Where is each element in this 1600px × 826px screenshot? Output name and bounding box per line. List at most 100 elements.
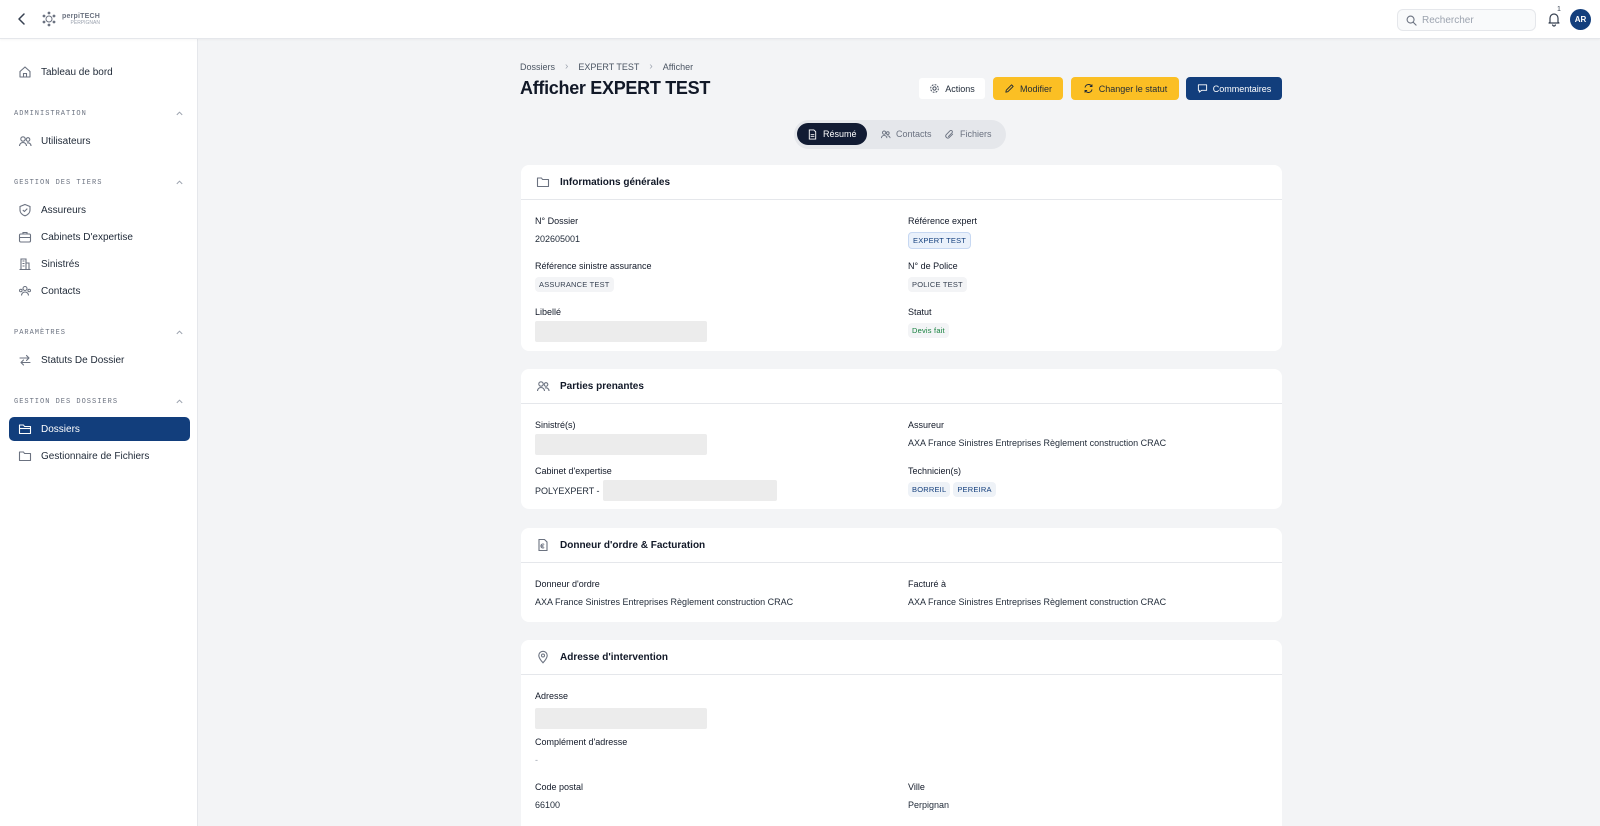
field-facture: Facturé à AXA France Sinistres Entrepris… (908, 579, 1166, 607)
redacted-value (535, 321, 707, 342)
field-label: Ville (908, 782, 925, 792)
tab-label: Fichiers (960, 129, 992, 139)
sidebar-item-statuts[interactable]: Statuts De Dossier (9, 348, 190, 372)
card-header: Adresse d'intervention (521, 640, 1282, 675)
logo-subtext: PERPIGNAN (70, 19, 100, 26)
sidebar-item-assureurs[interactable]: Assureurs (9, 198, 190, 222)
sidebar: Tableau de bord ADMINISTRATION Utilisate… (0, 39, 198, 826)
field-dossier: N° Dossier 202605001 (535, 216, 580, 244)
users-icon (880, 130, 891, 138)
changer-statut-button[interactable]: Changer le statut (1071, 77, 1179, 100)
facture-value: AXA France Sinistres Entreprises Règleme… (908, 597, 1167, 607)
field-label: Sinistré(s) (535, 420, 576, 430)
user-avatar[interactable]: AR (1570, 9, 1591, 30)
app-logo[interactable]: perpiTECH PERPIGNAN (40, 10, 100, 28)
card-header: Donneur d'ordre & Facturation (521, 528, 1282, 563)
chevron-up-icon (176, 330, 183, 335)
folder-icon (536, 177, 550, 188)
card-parties-prenantes: Parties prenantes Sinistré(s) Assureur A… (521, 369, 1282, 509)
field-ref-sinistre: Référence sinistre assurance ASSURANCE T… (535, 261, 652, 292)
field-police: N° de Police POLICE TEST (908, 261, 967, 292)
search-icon (1406, 15, 1417, 26)
sidebar-item-dossiers[interactable]: Dossiers (9, 417, 190, 441)
actions-button[interactable]: Actions (918, 77, 986, 100)
donneur-value: AXA France Sinistres Entreprises Règleme… (535, 597, 794, 607)
card-title: Informations générales (560, 176, 671, 188)
field-label: Technicien(s) (908, 466, 962, 476)
map-pin-icon (538, 650, 548, 664)
status-badge: Devis fait (908, 323, 949, 338)
card-header: Parties prenantes (521, 369, 1282, 404)
paperclip-icon (945, 129, 954, 139)
chevron-up-icon (176, 399, 183, 404)
chevron-up-icon (176, 111, 183, 116)
commentaires-button[interactable]: Commentaires (1186, 77, 1282, 100)
field-donneur: Donneur d'ordre AXA France Sinistres Ent… (535, 579, 793, 607)
redacted-value (535, 434, 707, 455)
card-informations-generales: Informations générales N° Dossier 202605… (521, 165, 1282, 351)
briefcase-icon (18, 231, 32, 243)
field-ref-expert: Référence expert EXPERT TEST (908, 216, 977, 249)
breadcrumb-expert-test[interactable]: EXPERT TEST (578, 62, 639, 72)
tab-label: Résumé (823, 129, 857, 139)
section-label: GESTION DES DOSSIERS (14, 397, 119, 406)
field-label: Facturé à (908, 579, 947, 589)
top-bar: perpiTECH PERPIGNAN 1 AR (0, 0, 1600, 39)
sidebar-item-label: Sinistrés (41, 258, 80, 270)
invoice-icon (538, 538, 548, 552)
section-dossiers[interactable]: GESTION DES DOSSIERS (14, 397, 184, 406)
field-assureur: Assureur AXA France Sinistres Entreprise… (908, 420, 1166, 448)
card-header: Informations générales (521, 165, 1282, 200)
field-label: N° Dossier (535, 216, 579, 226)
technician-badge: BORREIL (908, 482, 951, 497)
chevron-up-icon (176, 180, 183, 185)
breadcrumb-dossiers[interactable]: Dossiers (520, 62, 555, 72)
sidebar-item-label: Assureurs (41, 204, 87, 216)
commentaires-label: Commentaires (1212, 83, 1272, 94)
modifier-button[interactable]: Modifier (993, 77, 1063, 100)
tab-resume[interactable]: Résumé (797, 123, 867, 145)
tab-bar: Résumé Contacts Fichiers (794, 120, 1006, 149)
sidebar-item-contacts[interactable]: Contacts (9, 279, 190, 303)
folder-open-icon (18, 424, 32, 435)
ville-value: Perpignan (908, 800, 950, 810)
home-icon (19, 66, 31, 78)
sidebar-item-dashboard[interactable]: Tableau de bord (9, 60, 190, 84)
gear-icon (930, 84, 940, 93)
field-code-postal: Code postal 66100 (535, 782, 583, 810)
code-postal-value: 66100 (535, 800, 561, 810)
field-libelle: Libellé (535, 307, 707, 342)
sidebar-item-label: Dossiers (41, 423, 80, 435)
field-label: Statut (908, 307, 932, 317)
card-adresse: Adresse d'intervention Adresse Complémen… (521, 640, 1282, 826)
sidebar-item-label: Tableau de bord (41, 66, 113, 78)
back-arrow-icon[interactable] (14, 11, 30, 27)
refresh-icon (1084, 84, 1093, 93)
sidebar-item-cabinets[interactable]: Cabinets D'expertise (9, 225, 190, 249)
sidebar-item-label: Cabinets D'expertise (41, 231, 133, 243)
field-adresse: Adresse (535, 691, 707, 729)
page-title: Afficher EXPERT TEST (520, 78, 711, 98)
field-label: Référence expert (908, 216, 978, 226)
sidebar-item-utilisateurs[interactable]: Utilisateurs (9, 129, 190, 153)
breadcrumb-afficher: Afficher (662, 61, 694, 72)
redacted-value (535, 708, 707, 729)
sidebar-item-fichiers[interactable]: Gestionnaire de Fichiers (9, 444, 190, 468)
shield-icon (19, 203, 31, 217)
section-tiers[interactable]: GESTION DES TIERS (14, 178, 184, 187)
field-label: N° de Police (908, 261, 958, 271)
section-administration[interactable]: ADMINISTRATION (14, 109, 184, 118)
sidebar-item-sinistres[interactable]: Sinistrés (9, 252, 190, 276)
tab-fichiers[interactable]: Fichiers (934, 123, 1002, 145)
logo-text: perpiTECH (62, 12, 100, 20)
field-label: Libellé (535, 307, 562, 317)
field-label: Adresse (535, 691, 569, 701)
search-input[interactable] (1422, 14, 1522, 26)
complement-value: - (535, 755, 538, 765)
bell-icon[interactable] (1546, 11, 1562, 27)
section-label: PARAMÈTRES (14, 328, 67, 337)
section-parametres[interactable]: PARAMÈTRES (14, 328, 184, 337)
tab-contacts[interactable]: Contacts (870, 123, 942, 145)
search-box[interactable] (1397, 9, 1536, 31)
technician-badge: PEREIRA (953, 482, 996, 497)
